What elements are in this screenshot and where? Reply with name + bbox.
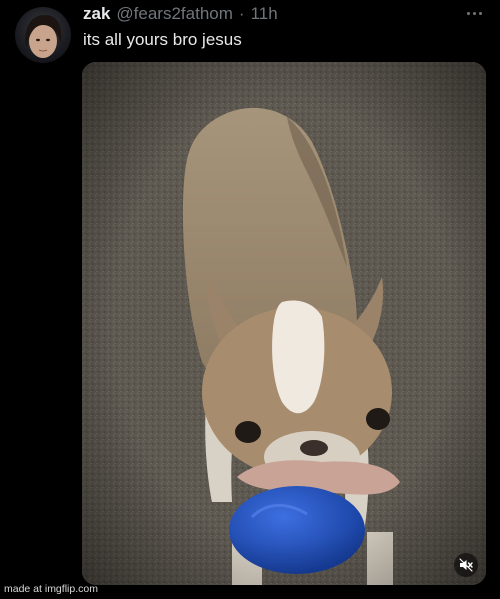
display-name[interactable]: zak — [83, 4, 110, 24]
tweet-header: zak @fears2fathom · 11h — [83, 2, 278, 26]
avatar[interactable] — [15, 7, 71, 63]
separator-dot: · — [238, 4, 245, 23]
tweet-video[interactable] — [82, 62, 486, 585]
tweet-text: its all yours bro jesus — [83, 30, 242, 49]
more-options-icon[interactable] — [462, 6, 486, 20]
tweet: zak @fears2fathom · 11h its all yours br… — [0, 0, 500, 599]
user-handle[interactable]: @fears2fathom — [116, 4, 232, 24]
muted-speaker-icon[interactable] — [454, 553, 478, 577]
timestamp[interactable]: 11h — [251, 4, 278, 24]
imgflip-watermark: made at imgflip.com — [4, 583, 98, 595]
